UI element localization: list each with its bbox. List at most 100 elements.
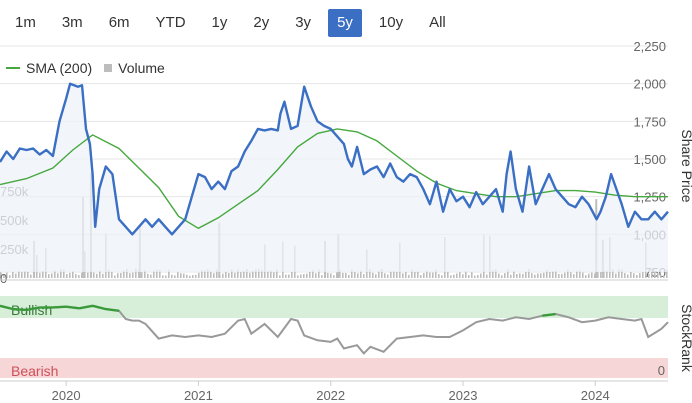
volume-tick-label: 0 <box>0 271 7 286</box>
volume-bar <box>333 275 335 278</box>
volume-bar <box>627 274 629 278</box>
x-tick-label: 2020 <box>52 388 81 403</box>
volume-bar <box>384 273 386 278</box>
volume-bar <box>198 272 200 278</box>
volume-bar <box>660 275 662 278</box>
volume-bar <box>456 273 458 278</box>
volume-bar <box>240 272 242 278</box>
volume-bar <box>306 273 308 278</box>
stockrank-axis-title: StockRank <box>679 304 692 373</box>
volume-bar <box>288 274 290 278</box>
volume-bar <box>402 273 404 278</box>
volume-bar <box>570 272 572 278</box>
volume-bar <box>57 273 59 278</box>
volume-bar <box>297 275 299 278</box>
volume-bar <box>405 271 407 278</box>
volume-bar <box>372 272 374 278</box>
volume-bar <box>615 273 617 278</box>
volume-bar <box>222 273 224 278</box>
volume-bar <box>441 275 443 278</box>
volume-bar <box>267 271 269 278</box>
volume-bar <box>636 275 638 278</box>
volume-bar <box>279 275 281 278</box>
volume-bar <box>87 272 89 278</box>
volume-bar <box>96 273 98 278</box>
volume-bar <box>12 271 14 278</box>
volume-bar <box>558 273 560 278</box>
volume-bar <box>348 274 350 278</box>
volume-bar <box>414 272 416 278</box>
stockrank-bullish-segment <box>105 307 120 312</box>
volume-bar <box>111 271 113 278</box>
volume-bar <box>69 272 71 278</box>
volume-bar <box>120 272 122 278</box>
volume-bar <box>525 271 527 278</box>
volume-bar <box>114 275 116 278</box>
volume-bar <box>171 274 173 278</box>
price-tick-label: 1,500 <box>633 152 666 167</box>
volume-bar <box>165 275 167 278</box>
volume-bar <box>561 273 563 278</box>
volume-bar <box>234 272 236 278</box>
volume-bar <box>300 274 302 278</box>
price-chart: 2,2502,0001,7501,5001,2501,000750750k500… <box>0 39 692 403</box>
volume-bar <box>387 274 389 278</box>
volume-bar <box>450 275 452 278</box>
volume-bar <box>342 272 344 278</box>
volume-bar <box>453 274 455 278</box>
volume-bar <box>357 273 359 278</box>
volume-bar <box>15 273 17 278</box>
volume-bar <box>273 272 275 278</box>
volume-bar <box>21 272 23 278</box>
volume-bar <box>93 272 95 278</box>
volume-bar <box>648 273 650 278</box>
volume-bar <box>192 275 194 278</box>
volume-bar <box>504 273 506 278</box>
volume-bar <box>519 273 521 278</box>
volume-bar <box>141 272 143 278</box>
volume-bar <box>417 271 419 278</box>
volume-bar <box>420 275 422 278</box>
price-area <box>0 83 668 272</box>
volume-bar <box>423 273 425 278</box>
stockrank-bullish-segment <box>52 305 67 309</box>
volume-bar <box>330 273 332 278</box>
volume-bar <box>186 274 188 278</box>
volume-bar <box>30 274 32 278</box>
volume-bar <box>480 273 482 278</box>
volume-bar <box>429 272 431 278</box>
volume-bar <box>375 274 377 278</box>
volume-bar <box>390 271 392 278</box>
stockrank-bullish-segment <box>13 307 27 312</box>
volume-bar <box>516 273 518 278</box>
volume-bar <box>315 273 317 278</box>
volume-bar <box>471 272 473 278</box>
volume-bar <box>537 273 539 278</box>
volume-bar <box>468 275 470 278</box>
bearish-label: Bearish <box>11 363 58 379</box>
volume-bar <box>564 272 566 278</box>
volume-bar <box>432 272 434 278</box>
volume-bar <box>573 274 575 278</box>
volume-bar <box>477 274 479 278</box>
volume-bar <box>585 275 587 278</box>
price-tick-label: 1,750 <box>633 114 666 129</box>
volume-bar <box>72 271 74 278</box>
volume-bar <box>213 273 215 278</box>
stockrank-tick-label: 0 <box>658 363 665 378</box>
volume-bar <box>462 274 464 278</box>
volume-bar <box>285 274 287 278</box>
volume-bar <box>639 273 641 278</box>
volume-bar <box>48 274 50 278</box>
volume-bar <box>147 273 149 278</box>
bearish-band <box>0 358 668 378</box>
volume-bar <box>396 271 398 278</box>
volume-bar <box>345 272 347 278</box>
volume-bar <box>459 272 461 278</box>
volume-bar <box>117 273 119 278</box>
volume-bar <box>195 274 197 278</box>
volume-bar <box>630 271 632 278</box>
volume-bar <box>465 271 467 278</box>
volume-bar <box>552 271 554 278</box>
volume-bar <box>27 271 29 278</box>
